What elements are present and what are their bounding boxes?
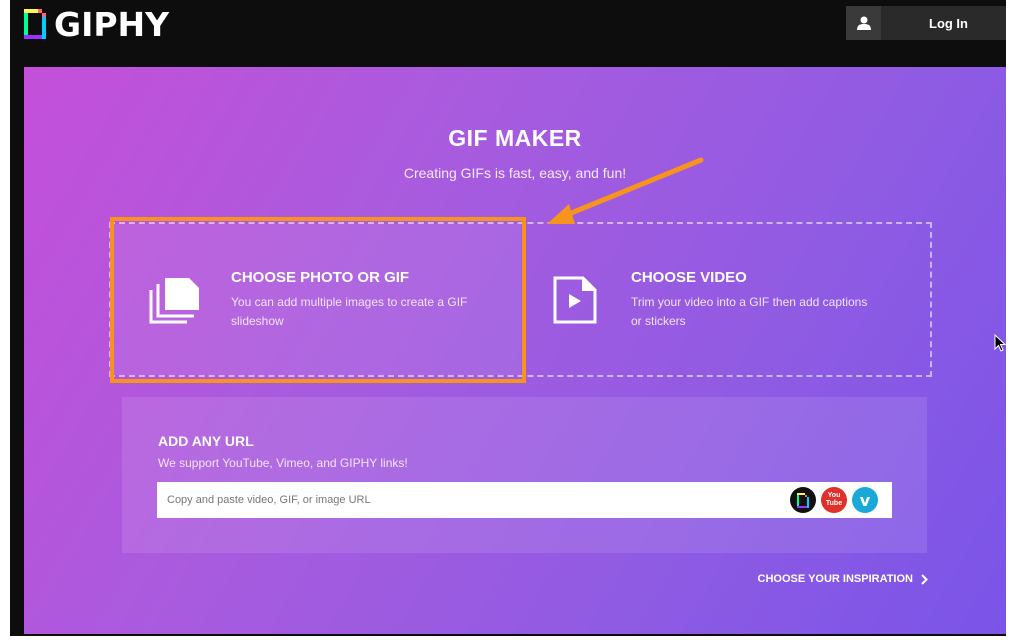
app-frame: GIPHY Log In GIF MAKER Creating GIFs is …: [10, 0, 1006, 636]
url-section-subtitle: We support YouTube, Vimeo, and GIPHY lin…: [158, 456, 408, 470]
mouse-cursor-icon: [994, 334, 1006, 352]
giphy-icon: [790, 487, 816, 513]
upload-dropzone: CHOOSE PHOTO OR GIF You can add multiple…: [109, 222, 932, 377]
annotation-arrow: [547, 157, 704, 224]
brand-name: GIPHY: [54, 4, 170, 44]
choose-photo-description: You can add multiple images to create a …: [231, 294, 468, 328]
giphy-logo[interactable]: GIPHY: [24, 4, 170, 44]
chevron-right-icon: [921, 573, 928, 585]
youtube-icon: You Tube: [821, 487, 847, 513]
vimeo-icon: v: [852, 487, 878, 513]
login-button[interactable]: Log In: [881, 6, 1006, 40]
vimeo-icon-text: v: [859, 490, 871, 510]
choose-photo-title: CHOOSE PHOTO OR GIF: [231, 268, 410, 286]
choose-inspiration-link[interactable]: CHOOSE YOUR INSPIRATION: [758, 573, 928, 585]
url-section: ADD ANY URL We support YouTube, Vimeo, a…: [122, 397, 927, 553]
user-icon[interactable]: [846, 6, 881, 40]
login-area: Log In: [846, 6, 1006, 40]
page-title: GIF MAKER: [448, 125, 582, 151]
choose-video-description: Trim your video into a GIF then add capt…: [631, 294, 868, 328]
choose-inspiration-label: CHOOSE YOUR INSPIRATION: [757, 573, 913, 585]
url-section-title: ADD ANY URL: [158, 433, 254, 449]
gif-maker-panel: GIF MAKER Creating GIFs is fast, easy, a…: [24, 67, 1006, 634]
choose-photo-button[interactable]: CHOOSE PHOTO OR GIF You can add multiple…: [111, 224, 521, 375]
giphy-logo-icon: [24, 9, 46, 39]
choose-video-button[interactable]: CHOOSE VIDEO Trim your video into a GIF …: [521, 224, 930, 375]
youtube-icon-text: You Tube: [825, 492, 843, 507]
page-subtitle: Creating GIFs is fast, easy, and fun!: [403, 165, 627, 181]
video-file-icon: [553, 276, 597, 323]
url-input[interactable]: [157, 482, 790, 518]
photo-stack-icon: [149, 277, 199, 323]
choose-video-title: CHOOSE VIDEO: [631, 268, 747, 286]
url-input-container: You Tube v: [157, 482, 892, 518]
